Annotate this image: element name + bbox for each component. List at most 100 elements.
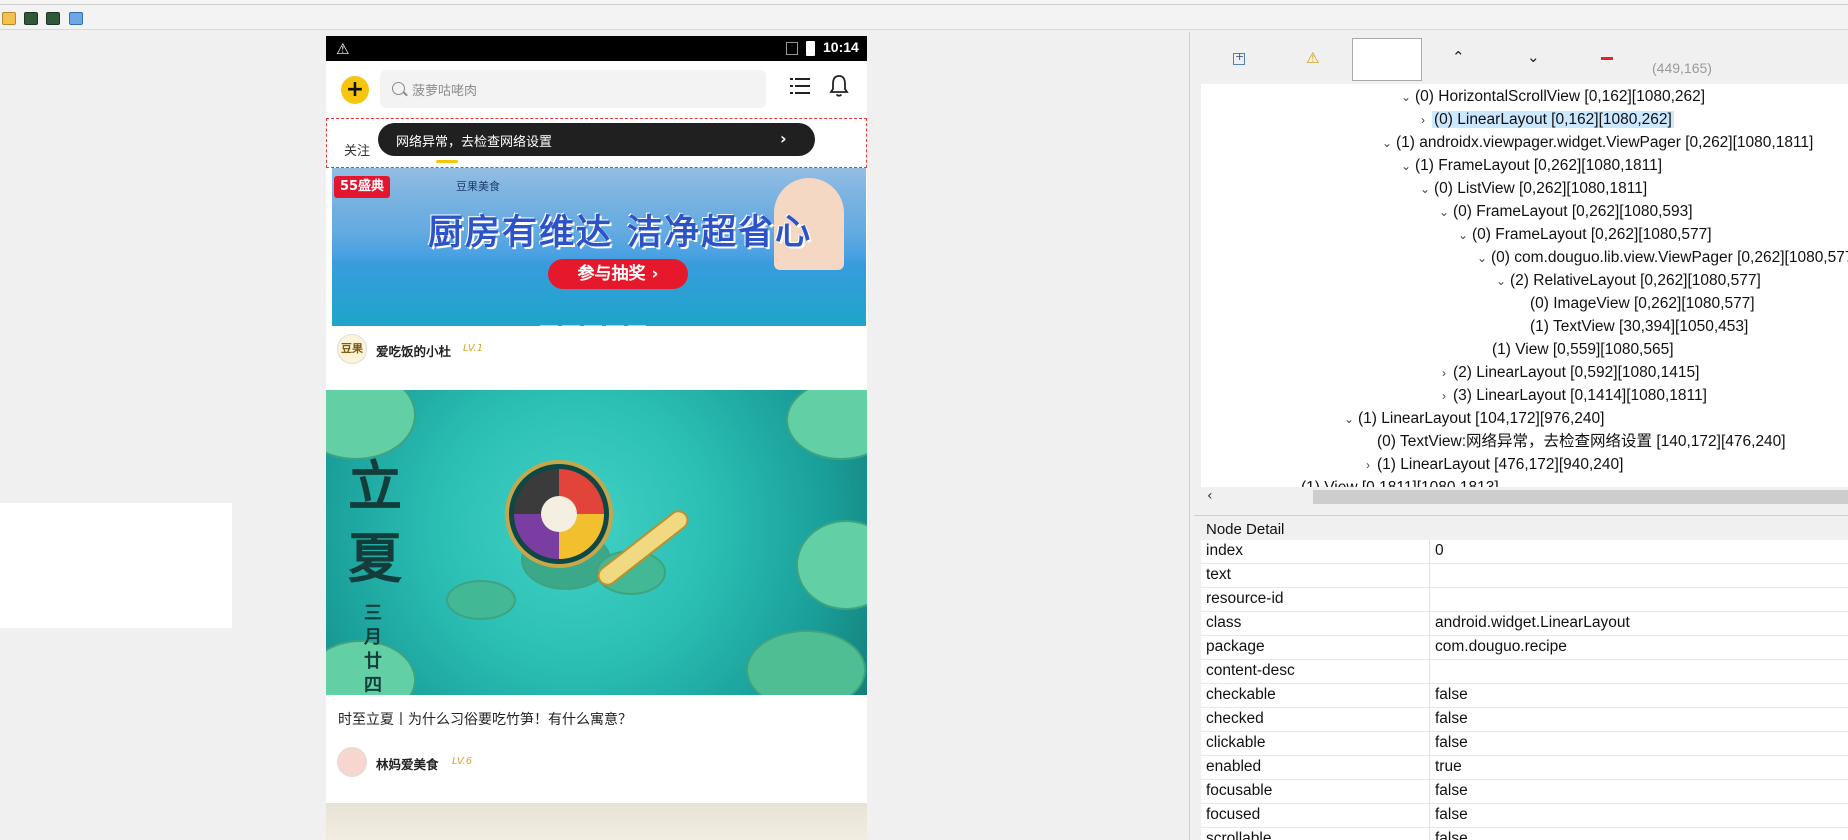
tree-node[interactable]: › (0) LinearLayout [0,162][1080,262]: [1414, 109, 1674, 131]
tree-node-label[interactable]: (0) LinearLayout [0,162][1080,262]: [1432, 111, 1674, 128]
chevron-down-icon[interactable]: ⌄: [1527, 48, 1540, 66]
tree-node[interactable]: ⌄ (1) LinearLayout [104,172][976,240]: [1340, 408, 1605, 430]
tree-node-label[interactable]: (0) HorizontalScrollView [0,162][1080,26…: [1415, 88, 1705, 105]
detail-value[interactable]: false: [1435, 686, 1468, 704]
chevron-down-icon[interactable]: ⌄: [1340, 408, 1358, 430]
tree-node[interactable]: ⌄ (1) androidx.viewpager.widget.ViewPager…: [1378, 132, 1813, 154]
chevron-down-icon[interactable]: ⌄: [1378, 132, 1396, 154]
tree-node-label[interactable]: (1) View [0,559][1080,565]: [1492, 341, 1674, 358]
bell-icon[interactable]: [828, 74, 850, 98]
detail-row[interactable]: content-desc: [1201, 660, 1848, 684]
chevron-right-icon[interactable]: ›: [1435, 385, 1453, 407]
detail-row[interactable]: clickable false: [1201, 732, 1848, 756]
tree-node-label[interactable]: (3) LinearLayout [0,1414][1080,1811]: [1453, 387, 1707, 404]
detail-value[interactable]: 0: [1435, 542, 1444, 560]
post-header[interactable]: 豆果 爱吃饭的小杜 LV.1: [326, 328, 867, 372]
detail-row[interactable]: resource-id: [1201, 588, 1848, 612]
search-input[interactable]: 菠萝咕咾肉: [380, 70, 766, 108]
tree-node[interactable]: ⌄ (0) ListView [0,262][1080,1811]: [1416, 178, 1647, 200]
detail-value[interactable]: false: [1435, 830, 1468, 840]
tree-node-label[interactable]: (1) FrameLayout [0,262][1080,1811]: [1415, 157, 1662, 174]
detail-value[interactable]: false: [1435, 710, 1468, 728]
detail-row[interactable]: index 0: [1201, 540, 1848, 564]
horizontal-scrollbar[interactable]: ‹: [1201, 487, 1848, 507]
chevron-down-icon[interactable]: ⌄: [1454, 224, 1472, 246]
tree-node-label[interactable]: (0) ListView [0,262][1080,1811]: [1434, 180, 1647, 197]
detail-row[interactable]: class android.widget.LinearLayout: [1201, 612, 1848, 636]
chevron-down-icon[interactable]: ⌄: [1492, 270, 1510, 292]
screenshot-icon[interactable]: [24, 12, 38, 25]
detail-value[interactable]: true: [1435, 758, 1462, 776]
clear-icon[interactable]: [1601, 57, 1613, 60]
tree-node[interactable]: ⌄ (1) FrameLayout [0,262][1080,1811]: [1397, 155, 1662, 177]
detail-row[interactable]: checkable false: [1201, 684, 1848, 708]
chevron-down-icon[interactable]: ⌄: [1397, 86, 1415, 108]
chevron-right-icon[interactable]: ›: [1359, 454, 1377, 476]
detail-value[interactable]: android.widget.LinearLayout: [1435, 614, 1630, 632]
chevron-down-icon[interactable]: ⌄: [1473, 247, 1491, 269]
device-screenshot[interactable]: ⚠ 10:14 + 菠萝咕咾肉 关注 网络异常，去检查网络设置 › 55盛典 豆…: [326, 36, 867, 840]
detail-value[interactable]: com.douguo.recipe: [1435, 638, 1567, 656]
chevron-down-icon[interactable]: ⌄: [1416, 178, 1434, 200]
detail-value[interactable]: false: [1435, 782, 1468, 800]
promo-banner[interactable]: 55盛典 豆果美食 厨房有维达 洁净超省心 参与抽奖 ›: [332, 168, 866, 326]
tree-node-label[interactable]: (2) LinearLayout [0,592][1080,1415]: [1453, 364, 1699, 381]
tree-node-label[interactable]: (1) LinearLayout [104,172][976,240]: [1358, 410, 1604, 427]
screenshot-compressed-icon[interactable]: [46, 12, 60, 25]
detail-row[interactable]: checked false: [1201, 708, 1848, 732]
post-username[interactable]: 林妈爱美食: [376, 754, 439, 773]
post-header[interactable]: 林妈爱美食 LV.6: [326, 741, 867, 785]
warning-icon[interactable]: ⚠: [1306, 49, 1319, 67]
tree-node[interactable]: (1) TextView [30,394][1050,453]: [1512, 316, 1748, 338]
scrollbar-thumb[interactable]: [1313, 490, 1848, 504]
banner-cta-button[interactable]: 参与抽奖 ›: [548, 259, 688, 289]
add-button[interactable]: +: [341, 76, 369, 104]
save-icon[interactable]: [69, 12, 83, 25]
tree-node[interactable]: ⌄ (0) FrameLayout [0,262][1080,593]: [1435, 201, 1693, 223]
tree-node-label[interactable]: (1) TextView [30,394][1050,453]: [1530, 318, 1748, 335]
post-username[interactable]: 爱吃饭的小杜: [376, 341, 451, 360]
tree-node-label[interactable]: (1) View [0,1811][1080,1813]: [1301, 479, 1499, 487]
chevron-down-icon[interactable]: ⌄: [1397, 155, 1415, 177]
avatar[interactable]: 豆果: [337, 334, 367, 364]
tree-node[interactable]: (1) View [0,559][1080,565]: [1474, 339, 1674, 361]
chevron-right-icon[interactable]: ›: [1435, 362, 1453, 384]
tree-node[interactable]: ⌄ (2) RelativeLayout [0,262][1080,577]: [1492, 270, 1761, 292]
avatar[interactable]: [337, 747, 367, 777]
tree-node-label[interactable]: (2) RelativeLayout [0,262][1080,577]: [1510, 272, 1761, 289]
tree-node-label[interactable]: (0) com.douguo.lib.view.ViewPager [0,262…: [1491, 249, 1848, 266]
detail-value[interactable]: false: [1435, 734, 1468, 752]
tree-node[interactable]: (0) ImageView [0,262][1080,577]: [1512, 293, 1755, 315]
tree-node-label[interactable]: (0) TextView:网络异常，去检查网络设置 [140,172][476,…: [1377, 433, 1786, 450]
tree-node-label[interactable]: (0) FrameLayout [0,262][1080,593]: [1453, 203, 1693, 220]
tree-node[interactable]: › (1) LinearLayout [476,172][940,240]: [1359, 454, 1623, 476]
chevron-up-icon[interactable]: ⌃: [1452, 48, 1465, 66]
detail-row[interactable]: enabled true: [1201, 756, 1848, 780]
chevron-right-icon[interactable]: ›: [1414, 109, 1432, 131]
detail-row[interactable]: focusable false: [1201, 780, 1848, 804]
tree-node[interactable]: ⌄ (0) FrameLayout [0,262][1080,577]: [1454, 224, 1712, 246]
filter-input[interactable]: [1352, 38, 1422, 81]
tree-node-label[interactable]: (1) LinearLayout [476,172][940,240]: [1377, 456, 1623, 473]
post-title[interactable]: 时至立夏丨为什么习俗要吃竹笋！有什么寓意？: [338, 709, 632, 729]
tree-node[interactable]: ⌄ (0) com.douguo.lib.view.ViewPager [0,26…: [1473, 247, 1848, 269]
hierarchy-tree[interactable]: ⌄ (0) HorizontalScrollView [0,162][1080,2…: [1201, 84, 1848, 487]
detail-value[interactable]: false: [1435, 806, 1468, 824]
post-image[interactable]: [326, 803, 867, 840]
chevron-down-icon[interactable]: ⌄: [1435, 201, 1453, 223]
tree-node-label[interactable]: (0) FrameLayout [0,262][1080,577]: [1472, 226, 1712, 243]
chevron-left-icon[interactable]: ‹: [1207, 488, 1213, 504]
tree-node-label[interactable]: (1) androidx.viewpager.widget.ViewPager …: [1396, 134, 1813, 151]
detail-row[interactable]: package com.douguo.recipe: [1201, 636, 1848, 660]
tree-node[interactable]: › (2) LinearLayout [0,592][1080,1415]: [1435, 362, 1699, 384]
post-image[interactable]: 立夏 三月廿四: [326, 390, 867, 695]
tree-node[interactable]: ⌄ (0) HorizontalScrollView [0,162][1080,2…: [1397, 86, 1705, 108]
expand-all-icon[interactable]: [1233, 50, 1245, 65]
detail-row[interactable]: focused false: [1201, 804, 1848, 828]
detail-row[interactable]: text: [1201, 564, 1848, 588]
list-icon[interactable]: [790, 76, 810, 96]
folder-open-icon[interactable]: [2, 12, 16, 25]
tree-node[interactable]: (0) TextView:网络异常，去检查网络设置 [140,172][476,…: [1359, 431, 1786, 453]
tree-node[interactable]: (1) View [0,1811][1080,1813]: [1283, 477, 1499, 487]
detail-row[interactable]: scrollable false: [1201, 828, 1848, 840]
